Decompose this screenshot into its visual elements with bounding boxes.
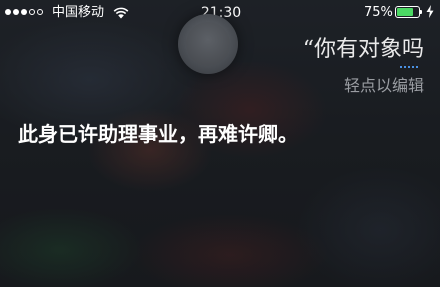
signal-dot bbox=[21, 9, 27, 15]
siri-orb-icon[interactable] bbox=[178, 14, 238, 74]
battery-level-fill bbox=[397, 8, 413, 16]
query-text: 你有对象吗 bbox=[313, 37, 424, 62]
signal-dot bbox=[5, 9, 11, 15]
carrier-name: 中国移动 bbox=[52, 5, 105, 20]
wifi-icon bbox=[113, 7, 129, 19]
signal-dot bbox=[29, 9, 35, 15]
signal-strength-icon bbox=[5, 9, 43, 15]
siri-response: 此身已许助理事业，再难许卿。 bbox=[18, 122, 298, 146]
signal-dot bbox=[13, 9, 19, 15]
query-open-quote: “ bbox=[302, 37, 314, 62]
tap-to-edit-hint[interactable]: 轻点以编辑 bbox=[344, 76, 424, 96]
battery-percentage: 75% bbox=[364, 5, 393, 20]
battery-terminal bbox=[420, 10, 422, 14]
charging-bolt-icon bbox=[426, 5, 434, 18]
query-edit-underline bbox=[400, 66, 418, 68]
battery-icon bbox=[395, 6, 420, 18]
signal-dot bbox=[37, 9, 43, 15]
user-query[interactable]: “你有对象吗 bbox=[303, 36, 424, 64]
